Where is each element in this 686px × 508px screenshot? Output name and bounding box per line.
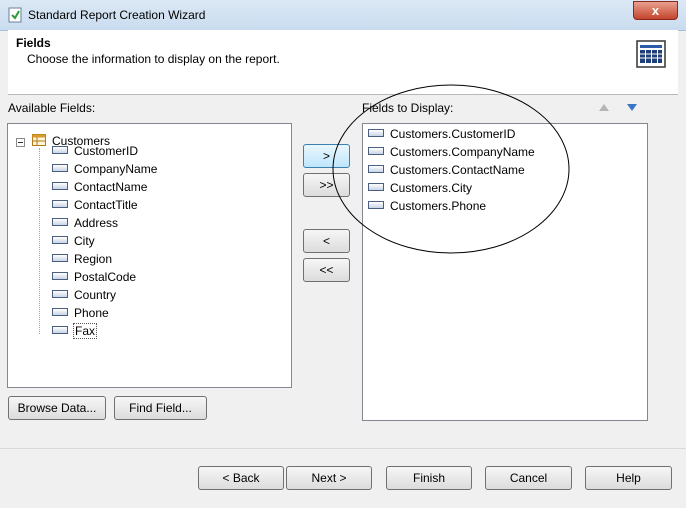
field-icon <box>52 145 68 154</box>
move-down-icon[interactable] <box>627 104 637 111</box>
title-bar: Standard Report Creation Wizard x <box>0 0 686 31</box>
field-icon <box>52 253 68 262</box>
close-button[interactable]: x <box>633 1 678 20</box>
field-icon <box>52 307 68 316</box>
report-icon <box>636 40 666 68</box>
available-field-item[interactable]: Fax <box>52 322 98 341</box>
available-field-item[interactable]: City <box>52 233 95 251</box>
remove-all-fields-button[interactable]: << <box>303 258 350 282</box>
field-icon <box>52 325 68 334</box>
available-field-item[interactable]: ContactTitle <box>52 197 138 215</box>
field-icon <box>52 217 68 226</box>
footer-separator <box>0 448 686 449</box>
field-label: CompanyName <box>74 161 158 176</box>
finish-button[interactable]: Finish <box>386 466 472 490</box>
field-icon <box>52 163 68 172</box>
collapse-toggle[interactable] <box>16 138 25 147</box>
available-field-item[interactable]: ContactName <box>52 179 147 197</box>
field-icon <box>52 289 68 298</box>
field-label: Fax <box>72 322 98 339</box>
find-field-button[interactable]: Find Field... <box>114 396 207 420</box>
field-label: PostalCode <box>74 269 137 284</box>
field-label: Country <box>74 287 117 302</box>
field-label: Region <box>74 251 113 266</box>
field-icon <box>52 199 68 208</box>
field-label: City <box>74 233 95 248</box>
next-button[interactable]: Next > <box>286 466 372 490</box>
close-icon: x <box>651 3 660 18</box>
report-wizard-window: Standard Report Creation Wizard x Fields… <box>0 0 686 508</box>
field-label: Phone <box>74 305 109 320</box>
available-field-item[interactable]: Country <box>52 287 116 305</box>
available-field-item[interactable]: CompanyName <box>52 161 157 179</box>
table-icon <box>32 134 46 146</box>
page-title: Fields <box>16 36 51 50</box>
field-label: ContactName <box>74 179 148 194</box>
back-button[interactable]: < Back <box>198 466 284 490</box>
available-field-item[interactable]: Region <box>52 251 112 269</box>
available-field-item[interactable]: PostalCode <box>52 269 136 287</box>
field-icon <box>52 181 68 190</box>
window-title: Standard Report Creation Wizard <box>28 8 206 22</box>
page-subtitle: Choose the information to display on the… <box>27 52 280 66</box>
available-fields-label: Available Fields: <box>8 101 96 115</box>
cancel-button[interactable]: Cancel <box>485 466 572 490</box>
field-icon <box>52 235 68 244</box>
field-label: ContactTitle <box>74 197 138 212</box>
field-label: Address <box>74 215 119 230</box>
browse-data-button[interactable]: Browse Data... <box>8 396 106 420</box>
annotation-ellipse <box>332 84 570 254</box>
available-field-item[interactable]: Phone <box>52 305 109 323</box>
move-up-icon[interactable] <box>599 104 609 111</box>
help-button[interactable]: Help <box>585 466 672 490</box>
field-icon <box>52 271 68 280</box>
available-field-item[interactable]: CustomerID <box>52 143 138 161</box>
available-field-item[interactable]: Address <box>52 215 118 233</box>
available-fields-tree[interactable]: Customers CustomerID CompanyName ContactNa… <box>7 123 292 388</box>
app-icon <box>8 7 22 23</box>
field-label: CustomerID <box>74 143 139 158</box>
